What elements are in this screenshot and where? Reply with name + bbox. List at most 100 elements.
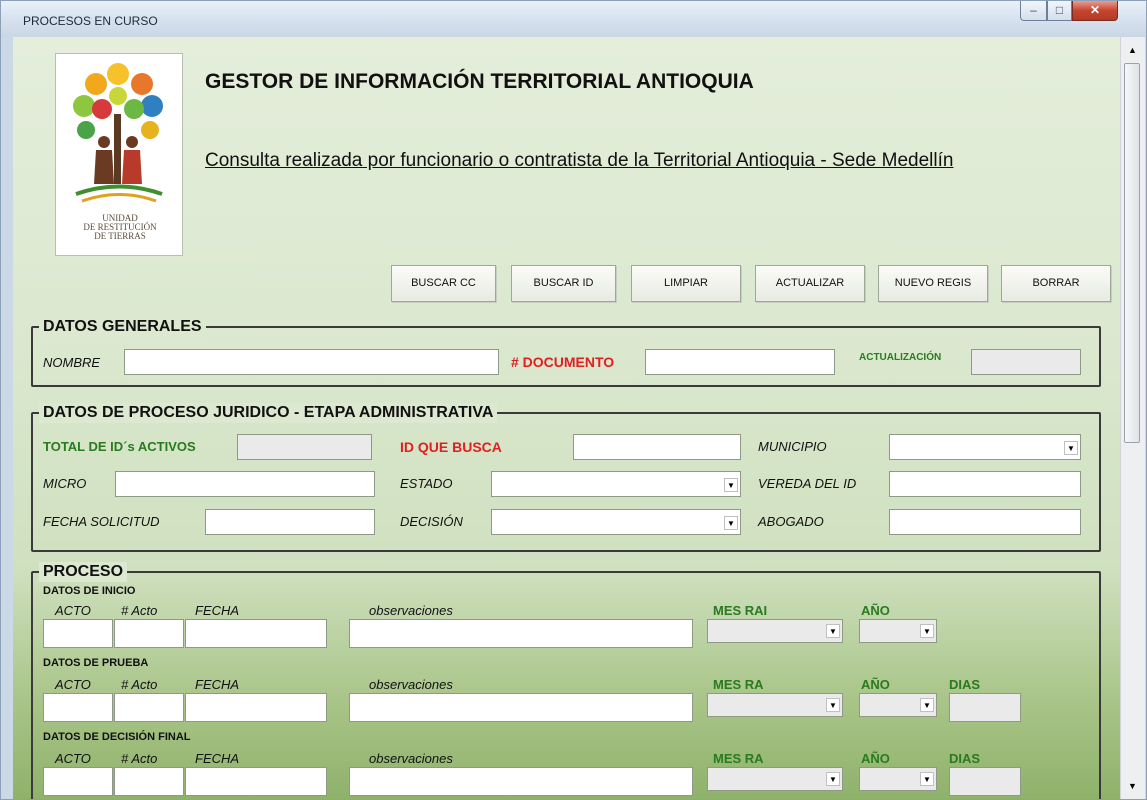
datos-decision-final-title: DATOS DE DECISIÓN FINAL — [43, 731, 191, 743]
final-observaciones-input[interactable] — [349, 767, 693, 796]
inicio-fecha-input[interactable] — [185, 619, 327, 648]
window-title: PROCESOS EN CURSO — [23, 14, 158, 28]
section-legend: DATOS GENERALES — [39, 317, 206, 337]
mes-rai-label: MES RAI — [713, 603, 768, 618]
buscar-id-button[interactable]: BUSCAR ID — [511, 265, 616, 302]
num-acto-label: # Acto — [121, 603, 158, 618]
chevron-down-icon[interactable]: ▼ — [1064, 441, 1078, 455]
municipio-select[interactable]: ▼ — [889, 434, 1081, 460]
dias-label: DIAS — [949, 751, 981, 766]
page-title: GESTOR DE INFORMACIÓN TERRITORIAL ANTIOQ… — [205, 70, 754, 93]
nuevo-registro-button[interactable]: NUEVO REGIS — [878, 265, 988, 302]
chevron-down-icon[interactable]: ▼ — [826, 772, 840, 786]
documento-input[interactable] — [645, 349, 835, 375]
abogado-input[interactable] — [889, 509, 1081, 535]
scroll-up-icon[interactable]: ▲ — [1123, 41, 1142, 59]
total-ids-field — [237, 434, 372, 460]
final-acto-input[interactable] — [43, 767, 113, 796]
datos-prueba-title: DATOS DE PRUEBA — [43, 657, 149, 669]
scroll-down-icon[interactable]: ▼ — [1123, 777, 1142, 795]
prueba-num-acto-input[interactable] — [114, 693, 184, 722]
section-legend: DATOS DE PROCESO JURIDICO - ETAPA ADMINI… — [39, 403, 498, 423]
page-subtitle: Consulta realizada por funcionario o con… — [205, 150, 954, 171]
fecha-solicitud-input[interactable] — [205, 509, 375, 535]
logo-caption: UNIDAD DE RESTITUCIÓN DE TIERRAS — [56, 214, 184, 241]
prueba-observaciones-input[interactable] — [349, 693, 693, 722]
inicio-mes-select[interactable]: ▼ — [707, 619, 843, 643]
chevron-down-icon[interactable]: ▼ — [920, 772, 934, 786]
final-fecha-input[interactable] — [185, 767, 327, 796]
maximize-button[interactable]: □ — [1047, 1, 1072, 21]
final-mes-select[interactable]: ▼ — [707, 767, 843, 791]
nombre-input[interactable] — [124, 349, 499, 375]
observaciones-label: observaciones — [369, 677, 453, 692]
fecha-label: FECHA — [195, 677, 240, 692]
anio-label: AÑO — [861, 677, 890, 692]
mes-ra-label: MES RA — [713, 751, 764, 766]
prueba-anio-select[interactable]: ▼ — [859, 693, 937, 717]
final-anio-select[interactable]: ▼ — [859, 767, 937, 791]
chevron-down-icon[interactable]: ▼ — [826, 698, 840, 712]
inicio-anio-select[interactable]: ▼ — [859, 619, 937, 643]
estado-select[interactable]: ▼ — [491, 471, 741, 497]
prueba-dias-field — [949, 693, 1021, 722]
minimize-button[interactable]: – — [1020, 1, 1047, 21]
title-bar[interactable]: PROCESOS EN CURSO – □ ✕ — [1, 1, 1146, 37]
section-legend: PROCESO — [39, 562, 128, 582]
anio-label: AÑO — [861, 603, 890, 618]
acto-label: ACTO — [55, 751, 91, 766]
micro-label: MICRO — [43, 476, 87, 491]
acto-label: ACTO — [55, 677, 91, 692]
observaciones-label: observaciones — [369, 751, 453, 766]
proceso-section: PROCESO — [31, 562, 1101, 799]
abogado-label: ABOGADO — [758, 514, 824, 529]
buscar-cc-button[interactable]: BUSCAR CC — [391, 265, 496, 302]
prueba-mes-select[interactable]: ▼ — [707, 693, 843, 717]
acto-label: ACTO — [55, 603, 91, 618]
chevron-down-icon[interactable]: ▼ — [920, 698, 934, 712]
num-acto-label: # Acto — [121, 677, 158, 692]
logo: UNIDAD DE RESTITUCIÓN DE TIERRAS — [55, 53, 183, 256]
vereda-label: VEREDA DEL ID — [758, 476, 857, 491]
borrar-button[interactable]: BORRAR — [1001, 265, 1111, 302]
inicio-observaciones-input[interactable] — [349, 619, 693, 648]
inicio-num-acto-input[interactable] — [114, 619, 184, 648]
anio-label: AÑO — [861, 751, 890, 766]
id-busca-input[interactable] — [573, 434, 741, 460]
prueba-acto-input[interactable] — [43, 693, 113, 722]
actualizar-button[interactable]: ACTUALIZAR — [755, 265, 865, 302]
chevron-down-icon[interactable]: ▼ — [724, 516, 738, 530]
vertical-scrollbar[interactable]: ▲ ▼ — [1120, 37, 1145, 799]
chevron-down-icon[interactable]: ▼ — [920, 624, 934, 638]
form-area: UNIDAD DE RESTITUCIÓN DE TIERRAS GESTOR … — [13, 37, 1120, 799]
chevron-down-icon[interactable]: ▼ — [826, 624, 840, 638]
limpiar-button[interactable]: LIMPIAR — [631, 265, 741, 302]
actualizacion-field — [971, 349, 1081, 375]
inicio-acto-input[interactable] — [43, 619, 113, 648]
scrollbar-thumb[interactable] — [1124, 63, 1140, 443]
mes-ra-label: MES RA — [713, 677, 764, 692]
actualizacion-label: ACTUALIZACIÓN — [859, 352, 942, 363]
observaciones-label: observaciones — [369, 603, 453, 618]
total-ids-label: TOTAL DE ID´s ACTIVOS — [43, 439, 196, 454]
app-window: PROCESOS EN CURSO – □ ✕ UNIDAD DE RESTIT… — [0, 0, 1147, 800]
micro-input[interactable] — [115, 471, 375, 497]
dias-label: DIAS — [949, 677, 981, 692]
decision-select[interactable]: ▼ — [491, 509, 741, 535]
datos-inicio-title: DATOS DE INICIO — [43, 585, 136, 597]
final-dias-field — [949, 767, 1021, 796]
final-num-acto-input[interactable] — [114, 767, 184, 796]
decision-label: DECISIÓN — [400, 514, 463, 529]
chevron-down-icon[interactable]: ▼ — [724, 478, 738, 492]
documento-label: # DOCUMENTO — [511, 354, 615, 370]
municipio-label: MUNICIPIO — [758, 439, 827, 454]
estado-label: ESTADO — [400, 476, 453, 491]
fecha-label: FECHA — [195, 751, 240, 766]
vereda-input[interactable] — [889, 471, 1081, 497]
id-busca-label: ID QUE BUSCA — [400, 439, 502, 455]
fecha-solicitud-label: FECHA SOLICITUD — [43, 514, 160, 529]
close-button[interactable]: ✕ — [1072, 1, 1118, 21]
logo-text-line: DE TIERRAS — [94, 231, 146, 241]
tree-logo-icon — [73, 63, 163, 203]
prueba-fecha-input[interactable] — [185, 693, 327, 722]
